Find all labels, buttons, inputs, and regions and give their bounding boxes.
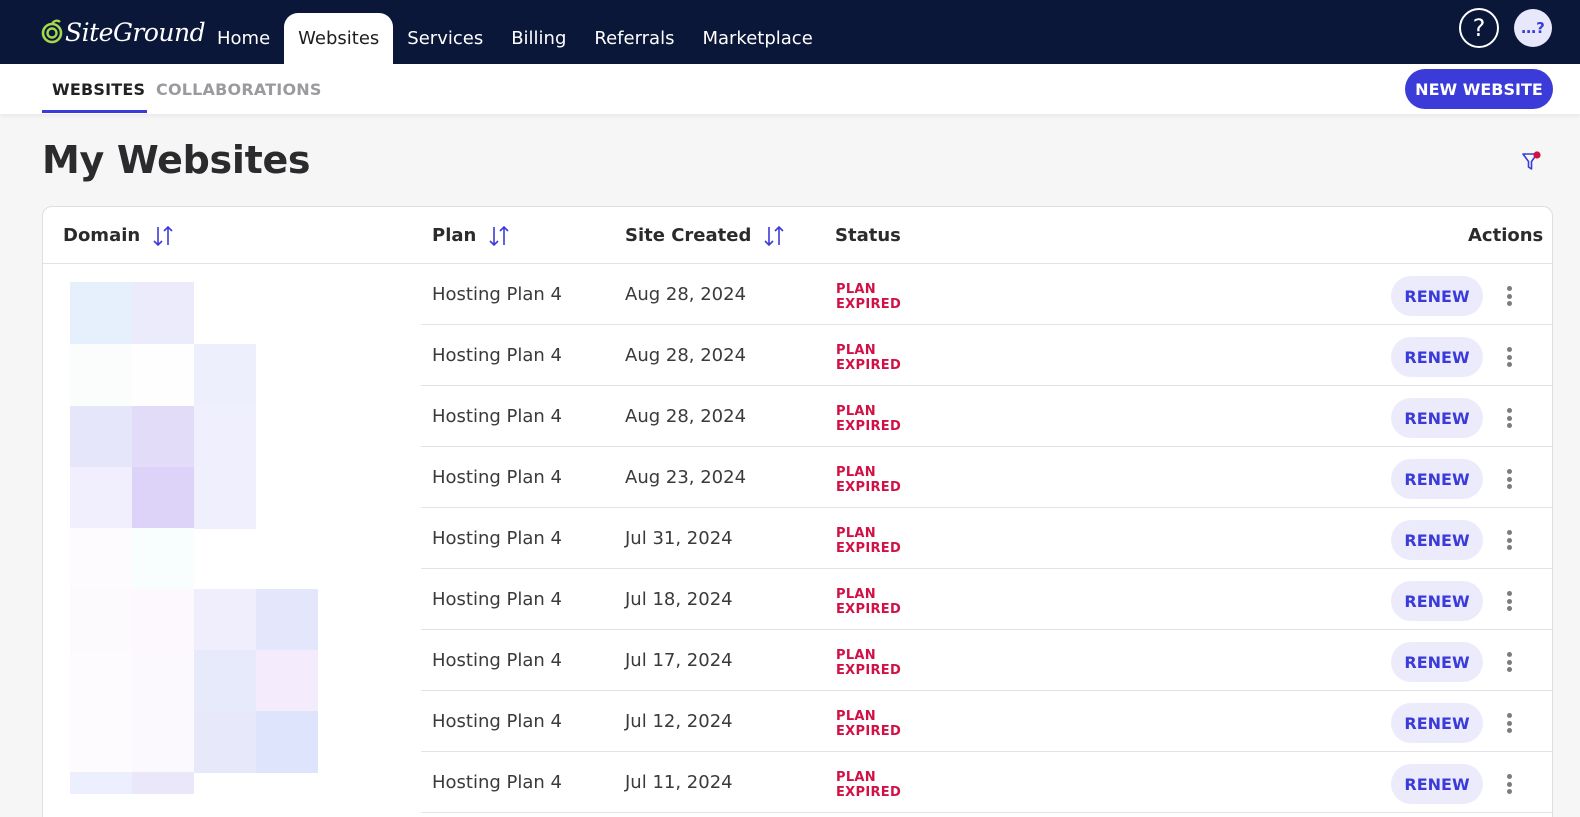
siteground-logo-icon [41, 19, 63, 44]
status-line-2: EXPIRED [836, 663, 902, 678]
more-vertical-icon[interactable] [1499, 648, 1519, 676]
created-cell: Aug 28, 2024 [625, 345, 747, 366]
status-badge: PLAN EXPIRED [836, 770, 901, 800]
plan-cell: Hosting Plan 4 [432, 284, 563, 305]
status-badge: PLAN EXPIRED [836, 709, 901, 739]
sub-navigation: WEBSITES COLLABORATIONS [0, 64, 1580, 114]
avatar[interactable]: …? [1514, 9, 1552, 47]
status-line-1: PLAN [836, 343, 876, 358]
renew-button[interactable]: RENEW [1391, 276, 1483, 316]
more-vertical-icon[interactable] [1499, 282, 1519, 310]
status-line-2: EXPIRED [836, 724, 902, 739]
sort-icon[interactable] [152, 224, 174, 248]
header-plan: Plan [432, 207, 510, 264]
plan-cell: Hosting Plan 4 [432, 345, 563, 366]
sort-icon[interactable] [763, 224, 785, 248]
help-icon[interactable]: ? [1459, 8, 1499, 48]
table-header: Domain Plan Site Created Status Actions [43, 207, 1552, 264]
renew-button[interactable]: RENEW [1391, 337, 1483, 377]
renew-button[interactable]: RENEW [1391, 642, 1483, 682]
more-vertical-icon[interactable] [1499, 587, 1519, 615]
plan-cell: Hosting Plan 4 [432, 772, 563, 793]
nav-marketplace[interactable]: Marketplace [688, 13, 826, 64]
header-site-created: Site Created [625, 207, 785, 264]
status-badge: PLAN EXPIRED [836, 282, 901, 312]
top-navigation: SiteGround Home Websites Services Billin… [0, 0, 1580, 64]
header-domain-label: Domain [63, 225, 141, 246]
status-line-2: EXPIRED [836, 785, 902, 800]
header-actions: Actions [1468, 225, 1544, 246]
renew-button[interactable]: RENEW [1391, 703, 1483, 743]
page-title: My Websites [42, 138, 311, 182]
renew-button[interactable]: RENEW [1391, 459, 1483, 499]
nav-services[interactable]: Services [393, 13, 497, 64]
plan-cell: Hosting Plan 4 [432, 528, 563, 549]
created-cell: Aug 28, 2024 [625, 284, 747, 305]
status-badge: PLAN EXPIRED [836, 526, 901, 556]
status-line-1: PLAN [836, 404, 876, 419]
created-cell: Aug 23, 2024 [625, 467, 747, 488]
row-divider [421, 812, 1552, 813]
created-cell: Jul 12, 2024 [625, 711, 733, 732]
nav-billing[interactable]: Billing [497, 13, 580, 64]
status-line-1: PLAN [836, 282, 876, 297]
more-vertical-icon[interactable] [1499, 465, 1519, 493]
header-domain: Domain [63, 207, 174, 264]
plan-cell: Hosting Plan 4 [432, 711, 563, 732]
status-badge: PLAN EXPIRED [836, 648, 901, 678]
created-cell: Jul 17, 2024 [625, 650, 733, 671]
renew-button[interactable]: RENEW [1391, 764, 1483, 804]
brand-name: SiteGround [65, 17, 206, 47]
status-badge: PLAN EXPIRED [836, 465, 901, 495]
created-cell: Jul 11, 2024 [625, 772, 733, 793]
siteground-logo[interactable]: SiteGround [41, 15, 206, 49]
status-badge: PLAN EXPIRED [836, 404, 901, 434]
active-tab-indicator [42, 110, 147, 113]
more-vertical-icon[interactable] [1499, 404, 1519, 432]
status-line-2: EXPIRED [836, 602, 902, 617]
renew-button[interactable]: RENEW [1391, 398, 1483, 438]
plan-cell: Hosting Plan 4 [432, 650, 563, 671]
status-line-1: PLAN [836, 587, 876, 602]
new-website-button[interactable]: NEW WEBSITE [1405, 69, 1553, 109]
header-plan-label: Plan [432, 225, 477, 246]
status-line-1: PLAN [836, 770, 876, 785]
filter-icon[interactable] [1521, 150, 1543, 174]
created-cell: Jul 18, 2024 [625, 589, 733, 610]
status-line-1: PLAN [836, 526, 876, 541]
tab-websites[interactable]: WEBSITES [52, 64, 145, 114]
status-line-2: EXPIRED [836, 480, 902, 495]
header-status: Status [835, 225, 901, 246]
status-line-2: EXPIRED [836, 541, 902, 556]
renew-button[interactable]: RENEW [1391, 581, 1483, 621]
status-line-2: EXPIRED [836, 297, 902, 312]
plan-cell: Hosting Plan 4 [432, 406, 563, 427]
status-line-2: EXPIRED [836, 419, 902, 434]
plan-cell: Hosting Plan 4 [432, 589, 563, 610]
renew-button[interactable]: RENEW [1391, 520, 1483, 560]
status-badge: PLAN EXPIRED [836, 587, 901, 617]
nav-websites[interactable]: Websites [284, 13, 394, 64]
tab-collaborations[interactable]: COLLABORATIONS [156, 64, 322, 114]
status-line-1: PLAN [836, 648, 876, 663]
sort-icon[interactable] [488, 224, 510, 248]
nav-referrals[interactable]: Referrals [580, 13, 688, 64]
domain-redacted [70, 282, 320, 802]
more-vertical-icon[interactable] [1499, 343, 1519, 371]
more-vertical-icon[interactable] [1499, 770, 1519, 798]
main-nav: Home Websites Services Billing Referrals… [203, 13, 827, 64]
status-badge: PLAN EXPIRED [836, 343, 901, 373]
created-cell: Jul 31, 2024 [625, 528, 733, 549]
more-vertical-icon[interactable] [1499, 526, 1519, 554]
status-line-2: EXPIRED [836, 358, 902, 373]
plan-cell: Hosting Plan 4 [432, 467, 563, 488]
header-created-label: Site Created [625, 225, 752, 246]
more-vertical-icon[interactable] [1499, 709, 1519, 737]
created-cell: Aug 28, 2024 [625, 406, 747, 427]
status-line-1: PLAN [836, 465, 876, 480]
status-line-1: PLAN [836, 709, 876, 724]
nav-home[interactable]: Home [203, 13, 284, 64]
